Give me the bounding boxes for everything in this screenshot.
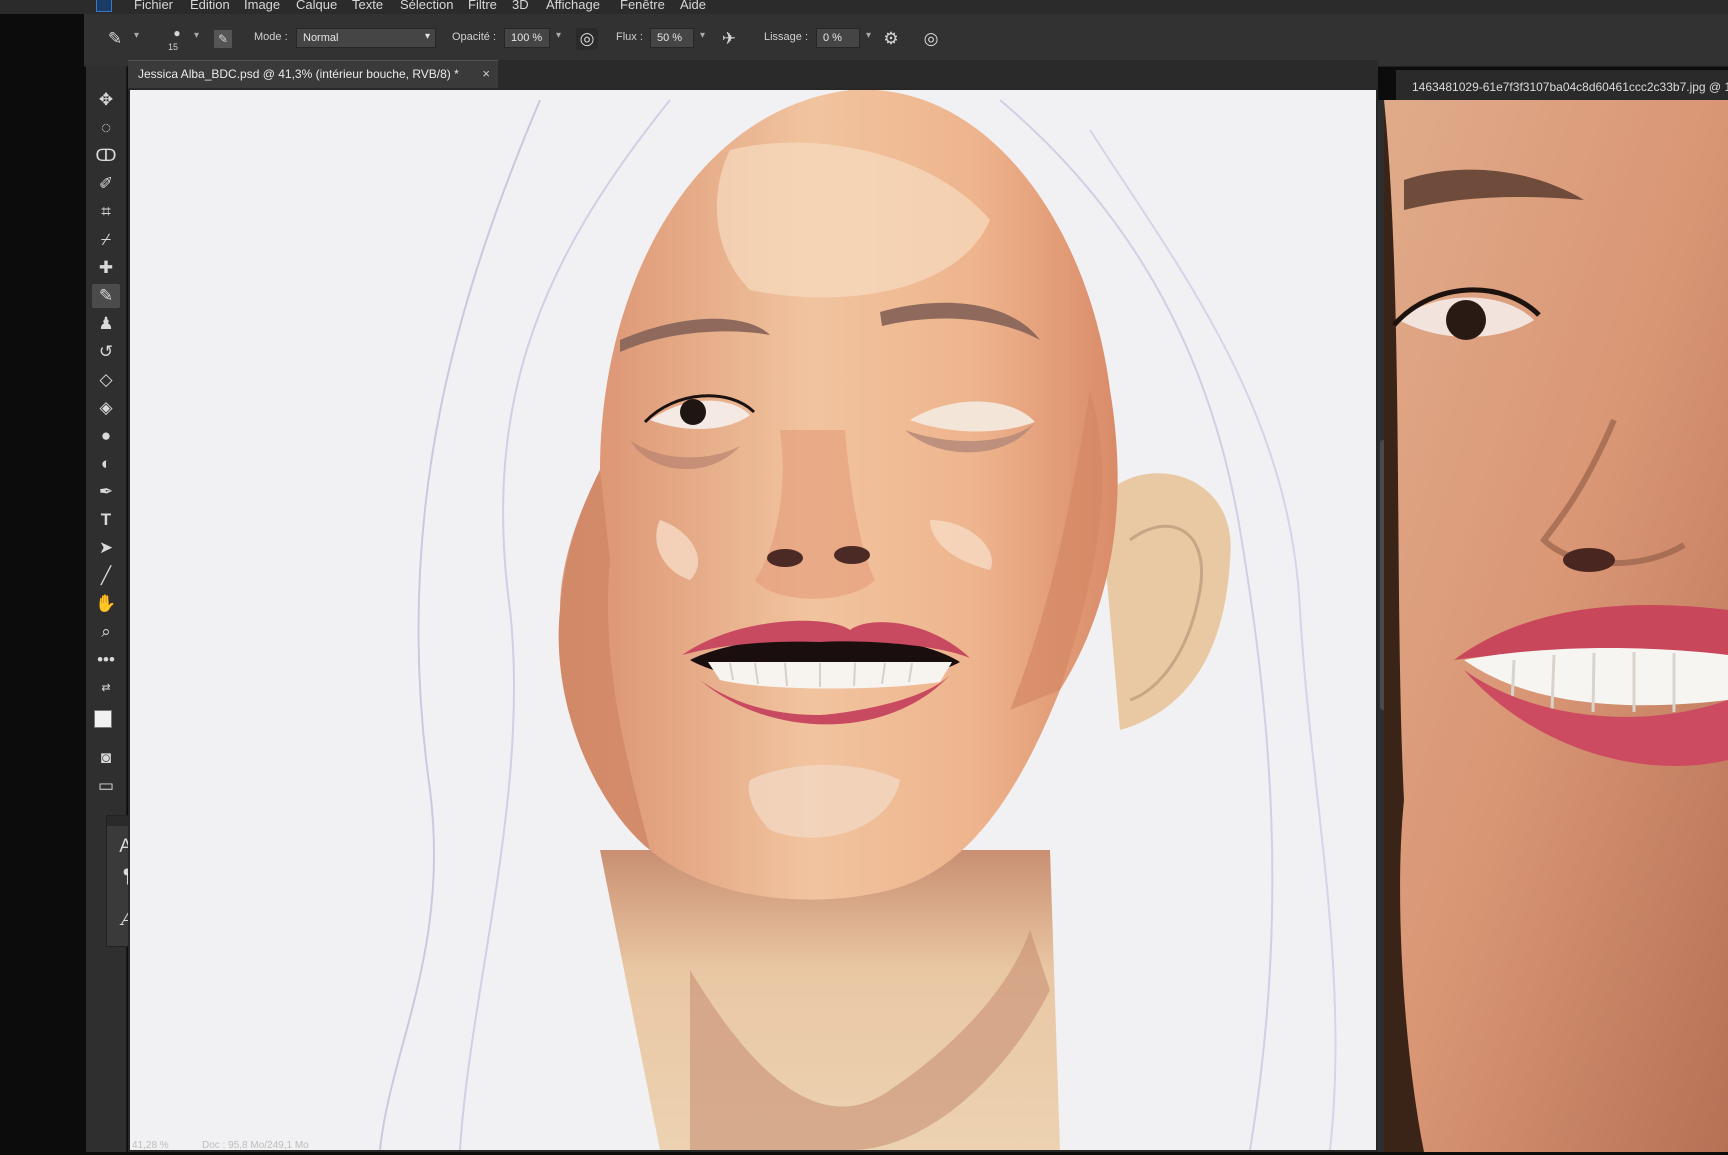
smoothing-label: Lissage : — [764, 31, 809, 43]
blur-icon[interactable]: ● — [92, 424, 120, 448]
flow-field[interactable]: 50 % — [650, 28, 694, 48]
zoom-icon[interactable]: ⌕ — [92, 620, 120, 644]
pressure-size-icon[interactable]: ◎ — [920, 28, 942, 50]
paint-bucket-icon[interactable]: ◈ — [92, 396, 120, 420]
menu-selection[interactable]: Sélection — [400, 0, 453, 12]
status-bar: 41,28 % Doc : 95,8 Mo/249,1 Mo — [128, 1140, 1378, 1152]
screen-mode-icon[interactable]: ▭ — [92, 774, 120, 798]
opacity-label: Opacité : — [452, 31, 497, 43]
opacity-value: 100 % — [511, 32, 543, 44]
chevron-down-icon[interactable]: ▾ — [556, 30, 561, 41]
menu-bar: Fichier Edition Image Calque Texte Sélec… — [0, 0, 1728, 14]
chevron-down-icon[interactable]: ▾ — [866, 30, 871, 41]
chevron-down-icon[interactable]: ▾ — [134, 30, 139, 41]
eyedropper-icon[interactable]: ⌿ — [92, 228, 120, 252]
airbrush-icon[interactable]: ✈ — [718, 28, 740, 50]
brush-icon[interactable]: ✎ — [92, 284, 120, 308]
menu-filtre[interactable]: Filtre — [468, 0, 497, 12]
path-selection-icon[interactable]: ➤ — [92, 536, 120, 560]
hand-icon[interactable]: ✋ — [92, 592, 120, 616]
menu-aide[interactable]: Aide — [680, 0, 706, 12]
doc-size[interactable]: Doc : 95,8 Mo/249,1 Mo — [202, 1140, 309, 1151]
reference-photo[interactable] — [1384, 100, 1728, 1152]
document-tab[interactable]: Jessica Alba_BDC.psd @ 41,3% (intérieur … — [128, 60, 498, 88]
brush-size-value: 15 — [168, 42, 179, 52]
close-icon[interactable]: × — [482, 66, 490, 81]
quick-mask-icon[interactable]: ◙ — [92, 746, 120, 770]
reference-face-image — [1384, 100, 1728, 1152]
tools-panel: ✥ ◌ ↀ ✐ ⌗ ⌿ ✚ ✎ ♟ ↺ ◇ ◈ ● ◐ ✒ T ➤ ╱ ✋ ⌕ … — [86, 66, 127, 1152]
more-tools-icon[interactable]: ••• — [92, 648, 120, 672]
face-illustration — [379, 89, 1337, 1151]
menu-calque[interactable]: Calque — [296, 0, 337, 12]
menu-texte[interactable]: Texte — [352, 0, 383, 12]
flow-label: Flux : — [616, 31, 643, 43]
document-tabs: Jessica Alba_BDC.psd @ 41,3% (intérieur … — [128, 60, 1378, 88]
menu-3d[interactable]: 3D — [512, 0, 529, 12]
smoothing-value: 0 % — [823, 32, 842, 44]
brush-tool-icon[interactable]: ✎ — [104, 28, 126, 50]
smoothing-field[interactable]: 0 % — [816, 28, 860, 48]
stamp-icon[interactable]: ♟ — [92, 312, 120, 336]
document-tab-title: Jessica Alba_BDC.psd @ 41,3% (intérieur … — [138, 67, 459, 81]
foreground-color-swatch[interactable] — [94, 710, 112, 728]
flow-value: 50 % — [657, 32, 683, 44]
mode-label: Mode : — [254, 31, 288, 43]
mode-value: Normal — [303, 32, 339, 44]
move-tool-icon[interactable]: ✥ — [92, 88, 120, 112]
gear-icon[interactable]: ⚙ — [880, 28, 902, 50]
eraser-icon[interactable]: ◇ — [92, 368, 120, 392]
ellipse-marquee-icon[interactable]: ◌ — [92, 116, 120, 140]
dodge-icon[interactable]: ◐ — [92, 452, 120, 476]
chevron-down-icon: ▾ — [424, 31, 430, 42]
quick-selection-icon[interactable]: ✐ — [92, 172, 120, 196]
menu-image[interactable]: Image — [244, 0, 280, 12]
pen-icon[interactable]: ✒ — [92, 480, 120, 504]
chevron-down-icon[interactable]: ▾ — [700, 30, 705, 41]
photoshop-logo-icon[interactable] — [96, 0, 112, 12]
type-tool-icon[interactable]: T — [92, 508, 120, 532]
chevron-down-icon[interactable]: ▾ — [194, 30, 199, 41]
menu-fenetre[interactable]: Fenêtre — [620, 0, 665, 12]
swap-colors-icon[interactable]: ⇄ — [92, 676, 120, 700]
line-tool-icon[interactable]: ╱ — [92, 564, 120, 588]
mode-select[interactable]: Normal ▾ — [296, 28, 436, 48]
menu-fichier[interactable]: Fichier — [134, 0, 173, 12]
pressure-opacity-icon[interactable]: ◎ — [576, 28, 598, 50]
crop-icon[interactable]: ⌗ — [92, 200, 120, 224]
reference-tab-title: 1463481029-61e7f3f3107ba04c8d60461ccc2c3… — [1412, 80, 1728, 94]
lasso-icon[interactable]: ↀ — [92, 144, 120, 168]
menu-affichage[interactable]: Affichage — [546, 0, 600, 12]
brush-panel-icon[interactable]: ✎ — [214, 30, 232, 48]
history-brush-icon[interactable]: ↺ — [92, 340, 120, 364]
zoom-level[interactable]: 41,28 % — [132, 1140, 169, 1151]
menu-edition[interactable]: Edition — [190, 0, 230, 12]
opacity-field[interactable]: 100 % — [504, 28, 550, 48]
document-canvas[interactable] — [130, 89, 1376, 1151]
healing-brush-icon[interactable]: ✚ — [92, 256, 120, 280]
brush-preset-icon[interactable]: ● — [166, 22, 188, 44]
